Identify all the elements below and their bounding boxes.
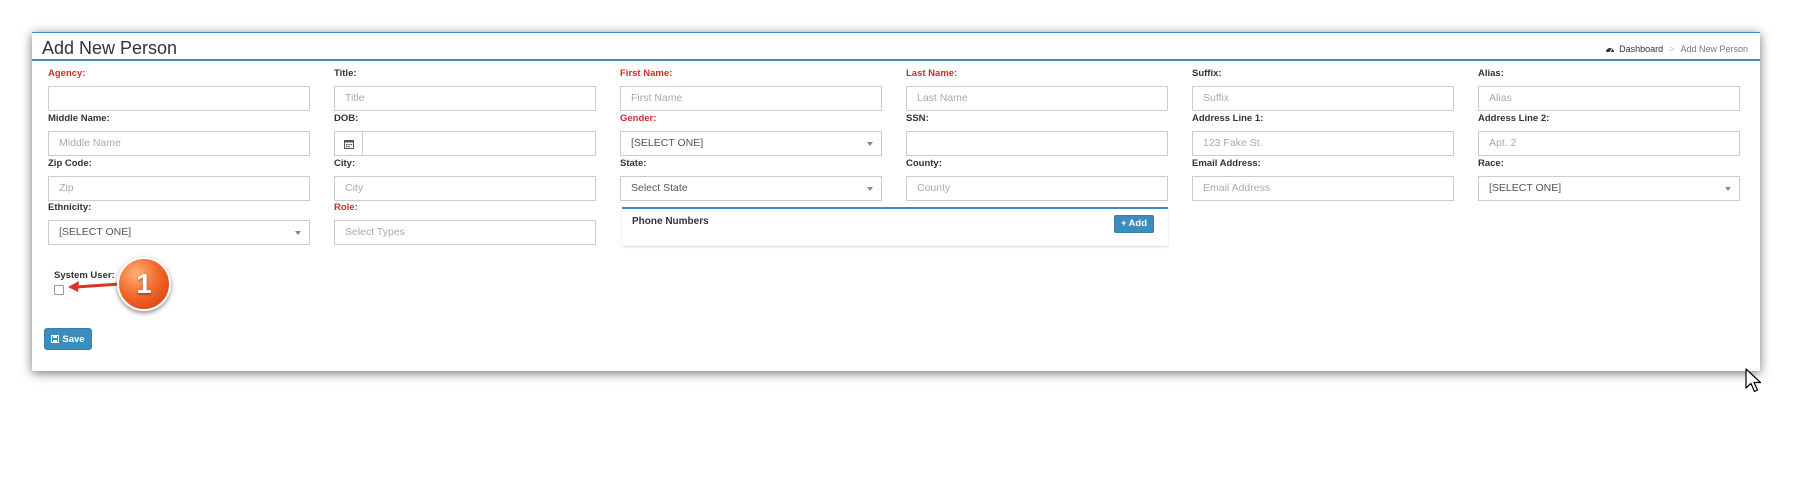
dob-field: DOB: [334, 113, 596, 156]
system-user-checkbox[interactable] [54, 285, 64, 295]
mouse-cursor-icon [1745, 368, 1762, 393]
suffix-field: Suffix: Suffix [1192, 68, 1454, 111]
race-select[interactable]: [SELECT ONE] [1478, 176, 1740, 201]
floppy-disk-icon [51, 335, 60, 343]
ethnicity-label: Ethnicity: [48, 202, 92, 213]
zip-code-label: Zip Code: [48, 158, 92, 169]
chevron-down-icon [867, 187, 873, 191]
dob-input[interactable] [362, 131, 596, 156]
zip-code-input[interactable]: Zip [48, 176, 310, 201]
breadcrumb-separator: > [1669, 44, 1675, 54]
agency-label: Agency: [48, 68, 86, 79]
city-field: City: City [334, 158, 596, 201]
dashboard-icon [1606, 48, 1615, 53]
suffix-label: Suffix: [1192, 68, 1222, 79]
address-line-1-label: Address Line 1: [1192, 113, 1264, 124]
title-input[interactable]: Title [334, 86, 596, 111]
dob-label: DOB: [334, 113, 359, 124]
last-name-label: Last Name: [906, 68, 958, 79]
alias-input[interactable]: Alias [1478, 86, 1740, 111]
address-line-2-input[interactable]: Apt. 2 [1478, 131, 1740, 156]
title-field: Title: Title [334, 68, 596, 111]
address-line-2-label: Address Line 2: [1478, 113, 1550, 124]
address-line-1-input[interactable]: 123 Fake St. [1192, 131, 1454, 156]
annotation-arrow-icon [68, 281, 122, 292]
address-line-2-field: Address Line 2: Apt. 2 [1478, 113, 1740, 156]
save-label: Save [62, 333, 85, 345]
panel-header: Add New Person Dashboard > Add New Perso… [32, 33, 1760, 61]
gender-field: Gender: [SELECT ONE] [620, 113, 882, 156]
address-line-1-field: Address Line 1: 123 Fake St. [1192, 113, 1454, 156]
county-field: County: County [906, 158, 1168, 201]
state-select[interactable]: Select State [620, 176, 882, 201]
middle-name-input[interactable]: Middle Name [48, 131, 310, 156]
plus-icon: + [1120, 218, 1127, 229]
county-input[interactable]: County [906, 176, 1168, 201]
race-field: Race: [SELECT ONE] [1478, 158, 1740, 201]
state-selected-value: Select State [631, 182, 688, 194]
gender-label: Gender: [620, 113, 657, 124]
breadcrumb-dashboard-link[interactable]: Dashboard [1605, 43, 1663, 55]
state-field: State: Select State [620, 158, 882, 201]
role-multiselect[interactable]: Select Types [334, 220, 596, 245]
dob-input-group [334, 131, 596, 156]
gender-selected-value: [SELECT ONE] [631, 137, 704, 149]
race-label: Race: [1478, 158, 1504, 169]
email-label: Email Address: [1192, 158, 1261, 169]
first-name-field: First Name: First Name [620, 68, 882, 111]
add-phone-label: Add [1128, 218, 1147, 229]
ssn-field: SSN: [906, 113, 1168, 156]
first-name-input[interactable]: First Name [620, 86, 882, 111]
phone-numbers-box: Phone Numbers + Add [622, 207, 1168, 246]
title-label: Title: [334, 68, 357, 79]
chevron-down-icon [295, 231, 301, 235]
ethnicity-field: Ethnicity: [SELECT ONE] [48, 202, 310, 245]
agency-field: Agency: [48, 68, 310, 111]
zip-code-field: Zip Code: Zip [48, 158, 310, 201]
gender-select[interactable]: [SELECT ONE] [620, 131, 882, 156]
phone-numbers-title: Phone Numbers [632, 216, 709, 227]
add-person-panel: Add New Person Dashboard > Add New Perso… [32, 32, 1760, 371]
race-selected-value: [SELECT ONE] [1489, 182, 1562, 194]
middle-name-field: Middle Name: Middle Name [48, 113, 310, 156]
role-field: Role: Select Types [334, 202, 596, 245]
save-button[interactable]: Save [44, 328, 92, 350]
ssn-input[interactable] [906, 131, 1168, 156]
city-label: City: [334, 158, 356, 169]
chevron-down-icon [867, 142, 873, 146]
add-phone-button[interactable]: + Add [1113, 215, 1154, 233]
page-title: Add New Person [42, 38, 178, 58]
state-label: State: [620, 158, 647, 169]
first-name-label: First Name: [620, 68, 673, 79]
last-name-field: Last Name: Last Name [906, 68, 1168, 111]
annotation-callout-badge: 1 [117, 257, 171, 311]
middle-name-label: Middle Name: [48, 113, 110, 124]
alias-label: Alias: [1478, 68, 1504, 79]
city-input[interactable]: City [334, 176, 596, 201]
email-input[interactable]: Email Address [1192, 176, 1454, 201]
email-field: Email Address: Email Address [1192, 158, 1454, 201]
calendar-icon[interactable] [334, 131, 362, 156]
ssn-label: SSN: [906, 113, 929, 124]
breadcrumb-home-label: Dashboard [1619, 44, 1664, 54]
county-label: County: [906, 158, 942, 169]
agency-input[interactable] [48, 86, 310, 111]
ethnicity-selected-value: [SELECT ONE] [59, 226, 132, 238]
role-label: Role: [334, 202, 358, 213]
last-name-input[interactable]: Last Name [906, 86, 1168, 111]
alias-field: Alias: Alias [1478, 68, 1740, 111]
breadcrumb: Dashboard > Add New Person [1605, 43, 1748, 55]
ethnicity-select[interactable]: [SELECT ONE] [48, 220, 310, 245]
chevron-down-icon [1725, 187, 1731, 191]
breadcrumb-current: Add New Person [1680, 44, 1748, 54]
suffix-input[interactable]: Suffix [1192, 86, 1454, 111]
